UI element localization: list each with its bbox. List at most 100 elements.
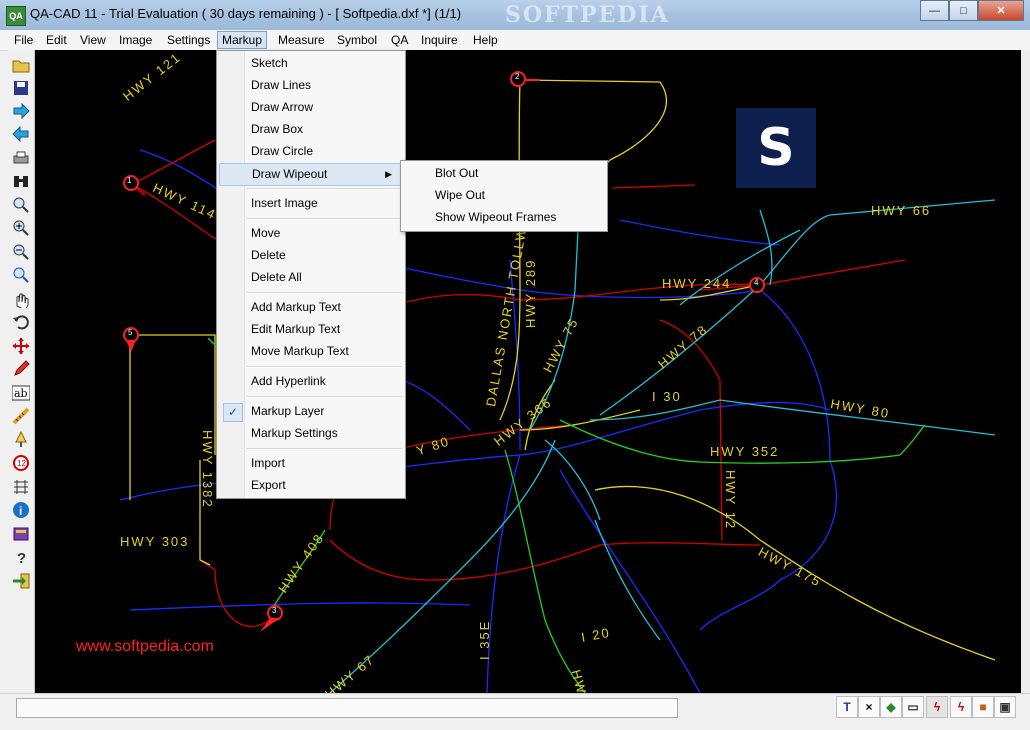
menu-draw-wipeout[interactable]: Draw Wipeout ▶ <box>219 163 403 186</box>
text-ab-icon[interactable]: ab <box>10 382 32 404</box>
symbol-icon[interactable]: 12 <box>10 452 32 474</box>
info-icon[interactable]: i <box>10 499 32 521</box>
menu-sketch[interactable]: Sketch <box>219 53 403 74</box>
marker-4-label: 4 <box>754 278 759 287</box>
label-hwy352: HWY 352 <box>710 444 780 459</box>
pencil-icon[interactable] <box>10 358 32 380</box>
window-controls: — □ ✕ <box>920 0 1024 21</box>
menu-image[interactable]: Image <box>115 32 156 48</box>
menu-show-wipeout-frames[interactable]: Show Wipeout Frames <box>403 207 605 228</box>
submenu-arrow-icon: ▶ <box>385 169 392 179</box>
menu-markup[interactable]: Markup <box>217 31 268 49</box>
label-i30: I 30 <box>652 389 682 404</box>
status-field <box>16 698 678 718</box>
move-icon[interactable] <box>10 335 32 357</box>
wipeout-submenu: Blot Out Wipe Out Show Wipeout Frames <box>400 160 608 232</box>
menu-edit-markup-text[interactable]: Edit Markup Text <box>219 319 403 340</box>
svg-text:?: ? <box>17 550 26 566</box>
back-arrow-icon[interactable] <box>10 123 32 145</box>
menu-help[interactable]: Help <box>469 32 502 48</box>
binoculars-icon[interactable] <box>10 170 32 192</box>
undo-icon[interactable] <box>10 311 32 333</box>
status-bar: T × ◆ ▭ ϟ ϟ ■ ▣ <box>0 693 1030 730</box>
left-toolbar: ab 12 i ? <box>8 50 35 693</box>
menu-insert-image[interactable]: Insert Image <box>219 193 403 214</box>
grid-icon[interactable] <box>10 476 32 498</box>
marker-5-label: 5 <box>128 328 133 337</box>
softpedia-watermark: SOFTPEDIA <box>505 2 670 28</box>
measure-icon[interactable] <box>10 405 32 427</box>
window-icon[interactable]: ▣ <box>994 696 1016 718</box>
snap-icon[interactable]: ϟ <box>926 696 948 718</box>
markup-menu: Sketch Draw Lines Draw Arrow Draw Box Dr… <box>216 50 406 499</box>
label-hwy244: HWY 244 <box>662 276 732 291</box>
menu-file[interactable]: File <box>10 32 37 48</box>
zoom-icon[interactable] <box>10 194 32 216</box>
label-hwy289: HWY 289 <box>523 258 538 328</box>
close-button[interactable]: ✕ <box>978 0 1024 21</box>
minimize-button[interactable]: — <box>920 0 949 21</box>
menu-add-hyperlink[interactable]: Add Hyperlink <box>219 371 403 392</box>
lamp-icon[interactable] <box>10 429 32 451</box>
open-folder-icon[interactable] <box>10 54 32 76</box>
menu-bar: File Edit View Image Settings Markup Mea… <box>0 30 1030 51</box>
drawing-canvas[interactable]: HWY 121 HWY 114 HWY 66 HWY 244 HWY 78 HW… <box>35 50 1021 693</box>
label-i35e: I 35E <box>477 619 492 660</box>
menu-draw-arrow[interactable]: Draw Arrow <box>219 97 403 118</box>
book-icon[interactable] <box>10 523 32 545</box>
svg-text:i: i <box>19 504 22 518</box>
menu-move[interactable]: Move <box>219 223 403 244</box>
exit-icon[interactable] <box>10 570 32 592</box>
menu-move-markup-text[interactable]: Move Markup Text <box>219 341 403 362</box>
close-x-icon[interactable]: × <box>858 696 880 718</box>
menu-markup-layer[interactable]: ✓ Markup Layer <box>219 401 403 422</box>
menu-measure[interactable]: Measure <box>274 32 329 48</box>
print-icon[interactable] <box>10 147 32 169</box>
menu-export[interactable]: Export <box>219 475 403 496</box>
zoom-window-icon[interactable] <box>10 264 32 286</box>
menu-markup-settings[interactable]: Markup Settings <box>219 423 403 444</box>
label-hwy12: HWY 12 <box>723 470 738 531</box>
menu-wipe-out[interactable]: Wipe Out <box>403 185 605 206</box>
menu-inquire[interactable]: Inquire <box>417 32 462 48</box>
marker-2-label: 2 <box>515 72 520 81</box>
zoom-in-icon[interactable] <box>10 217 32 239</box>
color-icon[interactable]: ■ <box>972 696 994 718</box>
svg-text:ab: ab <box>14 387 28 400</box>
menu-edit[interactable]: Edit <box>42 32 71 48</box>
menu-delete-all[interactable]: Delete All <box>219 267 403 288</box>
softpedia-logo: S <box>736 108 816 188</box>
softpedia-url: www.softpedia.com <box>76 638 214 655</box>
forward-arrow-icon[interactable] <box>10 100 32 122</box>
zoom-out-icon[interactable] <box>10 241 32 263</box>
map-drawing <box>119 71 996 693</box>
menu-draw-circle[interactable]: Draw Circle <box>219 141 403 162</box>
frame-icon[interactable]: ▭ <box>902 696 924 718</box>
snap-alt-icon[interactable]: ϟ <box>950 696 972 718</box>
menu-blot-out[interactable]: Blot Out <box>403 163 605 184</box>
text-tool-icon[interactable]: T <box>836 696 858 718</box>
help-icon[interactable]: ? <box>10 546 32 568</box>
menu-qa[interactable]: QA <box>387 32 412 48</box>
menu-view[interactable]: View <box>76 32 110 48</box>
checkmark-icon: ✓ <box>223 403 243 422</box>
menu-add-markup-text[interactable]: Add Markup Text <box>219 297 403 318</box>
menu-draw-box[interactable]: Draw Box <box>219 119 403 140</box>
label-hwy66: HWY 66 <box>871 203 932 218</box>
label-hwy303: HWY 303 <box>120 534 190 549</box>
menu-symbol[interactable]: Symbol <box>333 32 381 48</box>
title-bar: QA QA-CAD 11 - Trial Evaluation ( 30 day… <box>0 0 1030 31</box>
menu-delete[interactable]: Delete <box>219 245 403 266</box>
menu-draw-lines[interactable]: Draw Lines <box>219 75 403 96</box>
marker-1-label: 1 <box>127 176 132 185</box>
pan-hand-icon[interactable] <box>10 288 32 310</box>
maximize-button[interactable]: □ <box>949 0 978 21</box>
layer-icon[interactable]: ◆ <box>880 696 902 718</box>
menu-settings[interactable]: Settings <box>163 32 214 48</box>
save-icon[interactable] <box>10 77 32 99</box>
right-edge <box>1021 50 1030 693</box>
marker-3-label: 3 <box>272 606 277 615</box>
menu-import[interactable]: Import <box>219 453 403 474</box>
app-icon[interactable]: QA <box>6 6 26 26</box>
label-hwy1382: HWY 1382 <box>200 430 215 509</box>
